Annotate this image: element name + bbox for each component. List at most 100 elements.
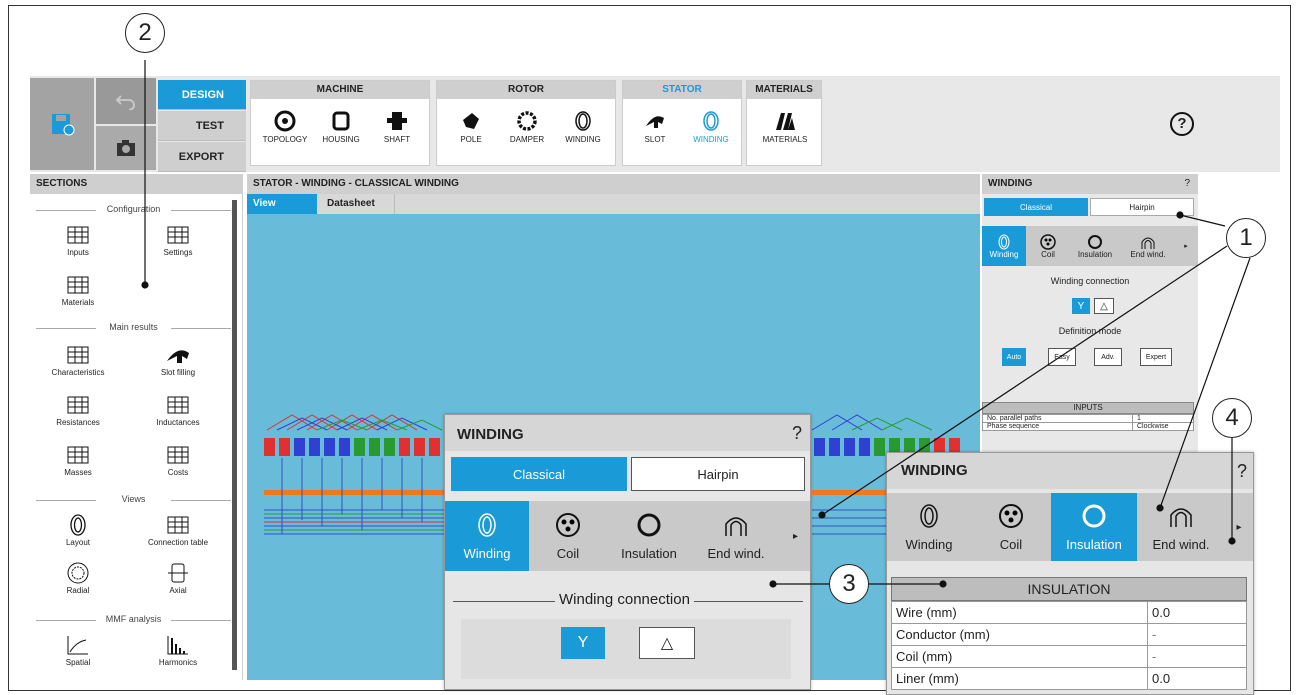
tab-datasheet[interactable]: Datasheet xyxy=(319,194,395,214)
tool-label: SHAFT xyxy=(383,135,411,144)
auto-mode-button[interactable]: Auto xyxy=(1002,348,1026,366)
group-title: MACHINE xyxy=(251,81,429,99)
help-icon[interactable]: ? xyxy=(1184,174,1190,194)
tool-stator-winding[interactable]: WINDING xyxy=(683,107,739,144)
tab-winding[interactable]: Winding xyxy=(445,501,529,571)
section-item-settings[interactable]: Settings xyxy=(138,222,218,257)
easy-mode-button[interactable]: Easy xyxy=(1048,348,1076,366)
delta-connection-button[interactable]: △ xyxy=(639,627,695,659)
tab-label: Coil xyxy=(1041,249,1055,259)
tab-insulation[interactable]: Insulation xyxy=(1070,226,1120,266)
table-row: No. parallel paths 1 xyxy=(982,414,1194,423)
tool-rotor-winding[interactable]: WINDING xyxy=(555,107,611,144)
help-icon[interactable]: ? xyxy=(792,423,802,444)
classical-button[interactable]: Classical xyxy=(984,198,1088,216)
tab-view[interactable]: View xyxy=(247,194,317,214)
winding-icon xyxy=(920,503,938,528)
damper-icon xyxy=(517,111,537,131)
winding-icon xyxy=(703,111,719,131)
section-item-radial[interactable]: Radial xyxy=(38,560,118,595)
section-item-materials[interactable]: Materials xyxy=(38,272,118,307)
inputs-table-title: INPUTS xyxy=(982,402,1194,414)
insulation-value[interactable]: 0.0 xyxy=(1147,601,1247,624)
tool-housing[interactable]: HOUSING xyxy=(313,107,369,144)
tab-label: Insulation xyxy=(1077,249,1113,259)
sections-scrollbar[interactable] xyxy=(232,200,237,670)
section-item-characteristics[interactable]: Characteristics xyxy=(38,342,118,377)
chevron-right-icon[interactable]: ▸ xyxy=(1225,493,1253,561)
section-item-resistances[interactable]: Resistances xyxy=(38,392,118,427)
section-item-inputs[interactable]: Inputs xyxy=(38,222,118,257)
insulation-value[interactable]: - xyxy=(1147,623,1247,646)
section-item-masses[interactable]: Masses xyxy=(38,442,118,477)
tab-label: End wind. xyxy=(707,545,765,561)
section-item-label: Inductances xyxy=(156,418,200,427)
group-title: STATOR xyxy=(623,81,741,99)
section-item-harmonics[interactable]: Harmonics xyxy=(138,632,218,667)
tab-label: Insulation xyxy=(1066,536,1122,552)
section-item-label: Masses xyxy=(64,468,92,477)
expert-mode-button[interactable]: Expert xyxy=(1140,348,1172,366)
winding-slot xyxy=(324,438,335,456)
tab-winding[interactable]: Winding xyxy=(982,226,1026,266)
input-value[interactable]: 1 xyxy=(1132,414,1194,423)
tool-shaft[interactable]: SHAFT xyxy=(369,107,425,144)
tool-slot[interactable]: SLOT xyxy=(627,107,683,144)
tab-test[interactable]: TEST xyxy=(158,111,246,141)
tool-label: WINDING xyxy=(565,135,601,144)
snapshot-button[interactable] xyxy=(96,126,156,170)
table-row: Liner (mm) 0.0 xyxy=(891,667,1247,690)
winding-slot xyxy=(369,438,380,456)
chevron-right-icon[interactable]: ▸ xyxy=(781,501,810,571)
tab-end-winding[interactable]: End wind. xyxy=(1137,493,1225,561)
winding-slot xyxy=(814,438,825,456)
tab-design[interactable]: DESIGN xyxy=(158,80,246,110)
tool-materials[interactable]: MATERIALS xyxy=(757,107,813,144)
table-icon xyxy=(67,396,89,414)
advanced-mode-button[interactable]: Adv. xyxy=(1094,348,1122,366)
section-item-label: Settings xyxy=(163,248,193,257)
table-icon xyxy=(167,516,189,534)
tab-coil[interactable]: Coil xyxy=(971,493,1051,561)
section-item-costs[interactable]: Costs xyxy=(138,442,218,477)
harmonics-chart-icon xyxy=(167,636,188,655)
undo-button[interactable] xyxy=(96,78,156,124)
tab-end-winding[interactable]: End wind. xyxy=(1120,226,1176,266)
section-item-connection-table[interactable]: Connection table xyxy=(138,512,218,547)
tab-winding[interactable]: Winding xyxy=(887,493,971,561)
tab-coil[interactable]: Coil xyxy=(529,501,607,571)
section-item-slot-filling[interactable]: Slot filling xyxy=(138,342,218,377)
tool-topology[interactable]: TOPOLOGY xyxy=(257,107,313,144)
tool-pole[interactable]: POLE xyxy=(443,107,499,144)
insulation-value[interactable]: 0.0 xyxy=(1147,667,1247,690)
help-icon[interactable]: ? xyxy=(1237,461,1247,482)
end-winding-icon xyxy=(1170,507,1192,527)
tab-coil[interactable]: Coil xyxy=(1026,226,1070,266)
section-item-layout[interactable]: Layout xyxy=(38,512,118,547)
slot-icon xyxy=(646,116,664,128)
section-item-axial[interactable]: Axial xyxy=(138,560,218,595)
delta-connection-button[interactable]: △ xyxy=(1094,298,1114,314)
classical-button[interactable]: Classical xyxy=(451,457,627,491)
tab-insulation[interactable]: Insulation xyxy=(607,501,691,571)
hairpin-button[interactable]: Hairpin xyxy=(631,457,805,491)
section-item-inductances[interactable]: Inductances xyxy=(138,392,218,427)
star-connection-button[interactable]: Y xyxy=(1072,298,1090,314)
star-connection-button[interactable]: Y xyxy=(561,627,605,659)
input-value[interactable]: Clockwise xyxy=(1132,422,1194,431)
winding-slot xyxy=(384,438,395,456)
tab-end-winding[interactable]: End wind. xyxy=(691,501,781,571)
help-button[interactable]: ? xyxy=(1170,112,1194,136)
insulation-value[interactable]: - xyxy=(1147,645,1247,668)
insulation-label: Liner (mm) xyxy=(891,667,1148,690)
chevron-right-icon[interactable]: ▸ xyxy=(1176,226,1196,266)
right-panel-title: WINDING xyxy=(988,178,1033,189)
section-item-spatial[interactable]: Spatial xyxy=(38,632,118,667)
group-title: ROTOR xyxy=(437,81,615,99)
tool-damper[interactable]: DAMPER xyxy=(499,107,555,144)
save-button[interactable] xyxy=(30,78,94,170)
winding-icon-tabs: Winding Coil Insulation End wind. ▸ xyxy=(887,493,1253,561)
tab-insulation[interactable]: Insulation xyxy=(1051,493,1137,561)
tab-export[interactable]: EXPORT xyxy=(158,142,246,172)
hairpin-button[interactable]: Hairpin xyxy=(1090,198,1194,216)
